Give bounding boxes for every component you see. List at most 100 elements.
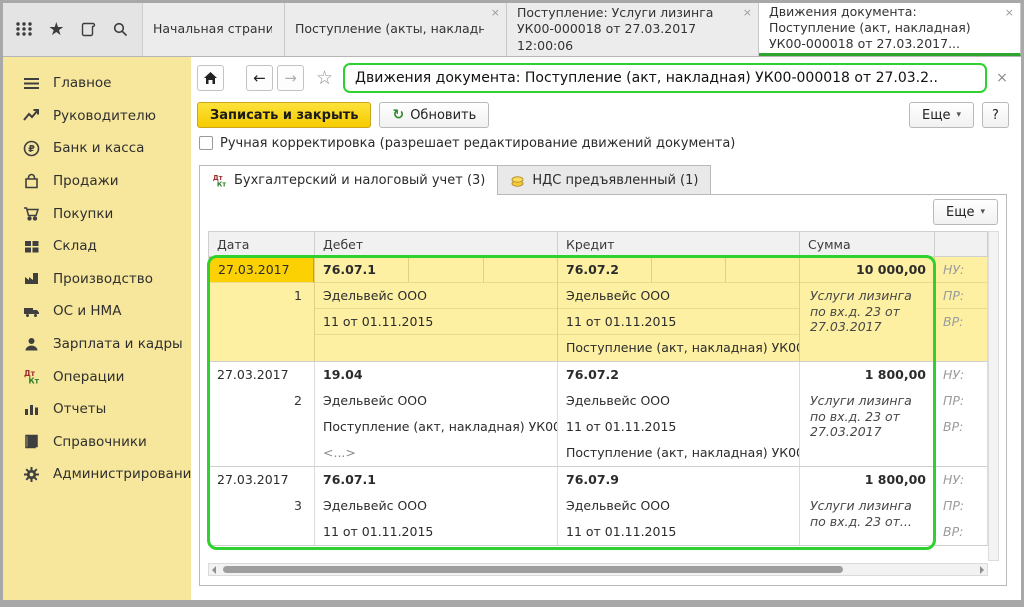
cell-credit-account[interactable]: 76.07.2 xyxy=(558,362,799,388)
cell-nu[interactable]: НУ: xyxy=(935,467,987,493)
cell-sum[interactable]: 1 800,00 xyxy=(800,362,934,388)
sidebar-item-production[interactable]: Производство xyxy=(3,263,191,296)
cell-credit-qty[interactable] xyxy=(651,257,725,282)
scrollbar-thumb[interactable] xyxy=(223,566,843,573)
cell-date[interactable]: 27.03.2017 xyxy=(209,362,314,388)
cell-debit-account[interactable]: 76.07.1 xyxy=(315,467,557,493)
cell-sum-note[interactable]: Услуги лизинга по вх.д. 23 от... xyxy=(800,493,934,545)
scroll-right-icon[interactable] xyxy=(980,566,984,574)
shopping-bag-icon xyxy=(23,173,40,190)
sidebar-item-sales[interactable]: Продажи xyxy=(3,165,191,198)
search-icon[interactable] xyxy=(110,19,132,41)
window-tab-receipts-list[interactable]: Поступление (акты, накладные) × xyxy=(285,3,507,56)
sidebar-item-reports[interactable]: Отчеты xyxy=(3,393,191,426)
forward-button[interactable]: → xyxy=(277,65,304,91)
sidebar-item-fixed-assets[interactable]: ОС и НМА xyxy=(3,295,191,328)
cell-credit-subconto[interactable]: Эдельвейс ООО xyxy=(558,388,799,414)
cell-row-number[interactable]: 2 xyxy=(209,388,314,414)
sidebar-item-manager[interactable]: Руководителю xyxy=(3,100,191,133)
cell-sum[interactable]: 10 000,00 xyxy=(800,257,934,283)
apps-menu-icon[interactable] xyxy=(13,19,35,41)
more-button[interactable]: Еще ▾ xyxy=(909,102,974,128)
column-header-debit[interactable]: Дебет xyxy=(314,232,557,256)
cell-debit-subconto[interactable]: Поступление (акт, накладная) УК00-... xyxy=(315,414,557,440)
cell-date[interactable]: 27.03.2017 xyxy=(209,257,314,283)
window-tab-receipt-doc[interactable]: Поступление: Услуги лизинга УК00-000018 … xyxy=(507,3,759,56)
cell-credit-subconto[interactable]: 11 от 01.11.2015 xyxy=(558,309,799,335)
back-button[interactable]: ← xyxy=(246,65,273,91)
cell-debit-subconto[interactable]: Эдельвейс ООО xyxy=(315,388,557,414)
cell-pr[interactable]: ПР: xyxy=(935,388,987,414)
column-header-sum[interactable]: Сумма xyxy=(799,232,934,256)
cell-debit-account[interactable]: 19.04 xyxy=(315,362,557,388)
cell-debit-subconto[interactable]: Эдельвейс ООО xyxy=(315,493,557,519)
close-form-button[interactable]: × xyxy=(991,70,1013,86)
history-icon[interactable] xyxy=(78,19,100,41)
cell-nu[interactable]: НУ: xyxy=(935,362,987,388)
cell-nu[interactable]: НУ: xyxy=(935,257,987,283)
cell-debit-subconto[interactable]: Эдельвейс ООО xyxy=(315,283,557,309)
cell-debit-qty[interactable] xyxy=(408,257,483,282)
cell-date[interactable]: 27.03.2017 xyxy=(209,467,314,493)
cell-credit-subconto[interactable]: 11 от 01.11.2015 xyxy=(558,414,799,440)
cell-sum-note[interactable]: Услуги лизинга по вх.д. 23 от 27.03.2017 xyxy=(800,388,934,466)
cell-debit-subconto[interactable]: 11 от 01.11.2015 xyxy=(315,309,557,335)
sidebar-item-directories[interactable]: Справочники xyxy=(3,426,191,459)
horizontal-scrollbar[interactable] xyxy=(208,563,988,576)
vertical-scrollbar[interactable] xyxy=(988,231,999,561)
cell-row-number[interactable]: 3 xyxy=(209,493,314,519)
cell-pr[interactable]: ПР: xyxy=(935,283,987,309)
cell-credit-subconto[interactable]: Эдельвейс ООО xyxy=(558,283,799,309)
column-header-date[interactable]: Дата xyxy=(209,232,314,256)
cell-credit-subconto[interactable]: Поступление (акт, накладная) УК00-... xyxy=(558,440,799,466)
window-tab-home[interactable]: Начальная страница xyxy=(143,3,285,56)
close-icon[interactable]: × xyxy=(743,6,752,19)
tab-vat-presented[interactable]: НДС предъявленный (1) xyxy=(498,165,711,194)
manual-adjustment-checkbox[interactable] xyxy=(199,136,213,150)
cell-debit-subconto[interactable]: <...> xyxy=(315,440,557,466)
sidebar-item-warehouse[interactable]: Склад xyxy=(3,230,191,263)
cell-sum[interactable]: 1 800,00 xyxy=(800,467,934,493)
save-and-close-button[interactable]: Записать и закрыть xyxy=(197,102,371,128)
cell-vr[interactable]: ВР: xyxy=(935,414,987,440)
cell-credit-subconto[interactable]: 11 от 01.11.2015 xyxy=(558,519,799,545)
sidebar-item-label: Операции xyxy=(53,369,124,385)
cell-debit-account[interactable]: 76.07.1 xyxy=(315,257,408,282)
cell-row-number[interactable]: 1 xyxy=(209,283,314,309)
table-row[interactable]: 27.03.2017 1 76.07.1 Эдельвейс xyxy=(209,257,987,361)
sidebar-item-administration[interactable]: Администрирование xyxy=(3,458,191,491)
panel-more-button[interactable]: Еще ▾ xyxy=(933,199,998,225)
favorites-star-icon[interactable]: ★ xyxy=(45,19,67,41)
cell-credit-account[interactable]: 76.07.2 xyxy=(558,257,651,282)
cell-credit-subconto[interactable]: Эдельвейс ООО xyxy=(558,493,799,519)
movements-table: Дата Дебет Кредит Сумма 27.03.2017 1 xyxy=(208,231,988,546)
cell-credit-account[interactable]: 76.07.9 xyxy=(558,467,799,493)
cell-sum-note[interactable]: Услуги лизинга по вх.д. 23 от 27.03.2017 xyxy=(800,283,934,361)
cell-debit-subconto[interactable] xyxy=(315,335,557,361)
cell-debit-subconto[interactable]: 11 от 01.11.2015 xyxy=(315,519,557,545)
help-button[interactable]: ? xyxy=(982,102,1009,128)
scroll-left-icon[interactable] xyxy=(212,566,216,574)
home-button[interactable] xyxy=(197,65,224,91)
sidebar-item-main[interactable]: Главное xyxy=(3,67,191,100)
cell-vr[interactable]: ВР: xyxy=(935,309,987,335)
sidebar-item-purchases[interactable]: Покупки xyxy=(3,197,191,230)
cell-credit-currency[interactable] xyxy=(725,257,799,282)
window-tab-bar: ★ Начальная страница Поступление (акты, … xyxy=(3,3,1021,57)
cell-credit-subconto[interactable]: Поступление (акт, накладная) УК00-... xyxy=(558,335,799,361)
sidebar-item-bank-cash[interactable]: ₽ Банк и касса xyxy=(3,132,191,165)
close-icon[interactable]: × xyxy=(491,6,500,19)
sidebar-item-operations[interactable]: ДтКт Операции xyxy=(3,360,191,393)
cell-debit-currency[interactable] xyxy=(483,257,558,282)
tab-accounting[interactable]: ДтКт Бухгалтерский и налоговый учет (3) xyxy=(199,165,498,195)
cell-vr[interactable]: ВР: xyxy=(935,519,987,545)
favorite-star-icon[interactable]: ☆ xyxy=(316,67,333,89)
refresh-button[interactable]: ↻ Обновить xyxy=(379,102,489,128)
column-header-credit[interactable]: Кредит xyxy=(557,232,799,256)
window-tab-doc-movements[interactable]: Движения документа: Поступление (акт, на… xyxy=(759,3,1021,56)
cell-pr[interactable]: ПР: xyxy=(935,493,987,519)
close-icon[interactable]: × xyxy=(1005,6,1014,19)
sidebar-item-payroll-hr[interactable]: Зарплата и кадры xyxy=(3,328,191,361)
table-row[interactable]: 27.03.2017 2 19.04 Эдельвейс ООО Поступл… xyxy=(209,361,987,466)
table-row[interactable]: 27.03.2017 3 76.07.1 Эдельвейс ООО 11 от… xyxy=(209,466,987,545)
